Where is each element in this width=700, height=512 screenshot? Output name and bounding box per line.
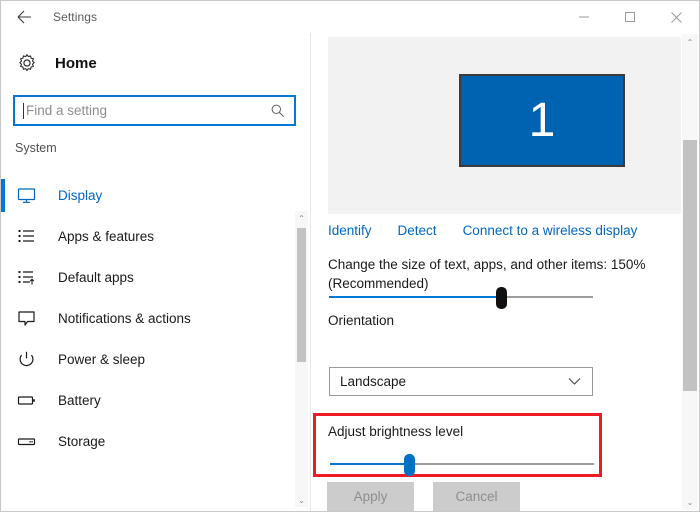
close-icon <box>670 11 683 24</box>
sidebar-item-apps-features[interactable]: Apps & features <box>1 216 296 257</box>
scroll-down-arrow-icon[interactable]: ⌄ <box>295 493 308 507</box>
main-scrollbar[interactable]: ⌃ ⌄ <box>682 34 698 510</box>
titlebar: Settings <box>1 1 699 33</box>
maximize-button[interactable] <box>607 1 653 33</box>
sidebar-item-home[interactable]: Home <box>15 51 311 75</box>
orientation-selected-value: Landscape <box>340 374 407 389</box>
pane-divider <box>310 33 311 511</box>
brightness-slider-track <box>409 463 594 465</box>
scroll-up-arrow-icon[interactable]: ⌃ <box>295 211 308 225</box>
selection-accent-bar <box>1 261 5 294</box>
connect-wireless-display-link[interactable]: Connect to a wireless display <box>463 223 638 238</box>
cancel-button[interactable]: Cancel <box>433 482 520 511</box>
search-placeholder: Find a setting <box>26 103 108 118</box>
selection-accent-bar <box>1 220 5 253</box>
monitor-1-thumbnail[interactable]: 1 <box>459 74 625 167</box>
sidebar-item-display[interactable]: Display <box>1 175 296 216</box>
sidebar-group-label: System <box>15 141 57 155</box>
scrollbar-thumb[interactable] <box>297 228 306 362</box>
search-icon[interactable] <box>270 103 285 118</box>
brightness-slider-thumb[interactable] <box>404 454 415 476</box>
settings-window: Settings Home Find a setting System Disp… <box>0 0 700 512</box>
scale-slider[interactable] <box>329 286 593 309</box>
sidebar-item-label: Power & sleep <box>58 352 146 367</box>
list-icon <box>15 226 37 248</box>
sidebar-home-label: Home <box>55 54 97 72</box>
selection-accent-bar <box>1 179 5 212</box>
minimize-icon <box>578 11 590 23</box>
sidebar-item-label: Storage <box>58 434 106 449</box>
drive-icon <box>15 431 37 453</box>
monitor-icon <box>15 185 37 207</box>
power-icon <box>15 349 37 371</box>
detect-link[interactable]: Detect <box>398 223 437 238</box>
scrollbar-thumb[interactable] <box>683 140 697 391</box>
close-button[interactable] <box>653 1 699 33</box>
maximize-icon <box>624 11 636 23</box>
sidebar-item-label: Default apps <box>58 270 134 285</box>
monitor-number-label: 1 <box>528 93 556 147</box>
back-arrow-icon <box>15 8 33 26</box>
sidebar: Home Find a setting System Display Apps … <box>1 33 311 511</box>
sidebar-scrollbar[interactable]: ⌃ ⌄ <box>295 211 308 507</box>
sidebar-item-label: Notifications & actions <box>58 311 191 326</box>
speech-bubble-icon <box>15 308 37 330</box>
scroll-up-arrow-icon[interactable]: ⌃ <box>682 34 698 50</box>
search-input[interactable]: Find a setting <box>13 95 296 126</box>
window-title: Settings <box>53 10 98 24</box>
identify-link[interactable]: Identify <box>328 223 372 238</box>
minimize-button[interactable] <box>561 1 607 33</box>
window-controls <box>561 1 699 33</box>
selection-accent-bar <box>1 302 5 335</box>
scale-slider-track <box>501 296 593 298</box>
sidebar-item-label: Apps & features <box>58 229 155 244</box>
brightness-slider-fill <box>330 463 409 465</box>
orientation-label: Orientation <box>328 313 395 328</box>
apply-button[interactable]: Apply <box>327 482 414 511</box>
sidebar-item-label: Display <box>58 188 103 203</box>
sidebar-item-battery[interactable]: Battery <box>1 380 296 421</box>
back-button[interactable] <box>1 1 47 33</box>
selection-accent-bar <box>1 425 5 458</box>
sidebar-item-power-sleep[interactable]: Power & sleep <box>1 339 296 380</box>
gear-icon <box>15 51 39 75</box>
text-caret <box>23 102 24 119</box>
list-arrow-icon <box>15 267 37 289</box>
sidebar-nav-list: Display Apps & features Default apps Not… <box>1 175 296 503</box>
display-preview-area[interactable]: 1 <box>328 37 681 214</box>
sidebar-item-default-apps[interactable]: Default apps <box>1 257 296 298</box>
orientation-dropdown[interactable]: Landscape <box>329 367 593 396</box>
scale-slider-thumb[interactable] <box>496 287 507 309</box>
scale-slider-fill <box>329 296 501 298</box>
selection-accent-bar <box>1 343 5 376</box>
brightness-slider[interactable] <box>330 453 594 476</box>
sidebar-item-notifications-actions[interactable]: Notifications & actions <box>1 298 296 339</box>
brightness-label: Adjust brightness level <box>328 424 464 439</box>
chevron-down-icon <box>568 377 581 386</box>
main-content: 1 Identify Detect Connect to a wireless … <box>312 33 681 511</box>
display-action-links: Identify Detect Connect to a wireless di… <box>328 223 637 238</box>
sidebar-item-label: Battery <box>58 393 101 408</box>
selection-accent-bar <box>1 384 5 417</box>
battery-icon <box>15 390 37 412</box>
scroll-down-arrow-icon[interactable]: ⌄ <box>682 494 698 510</box>
action-buttons: Apply Cancel <box>327 482 520 511</box>
sidebar-item-storage[interactable]: Storage <box>1 421 296 462</box>
